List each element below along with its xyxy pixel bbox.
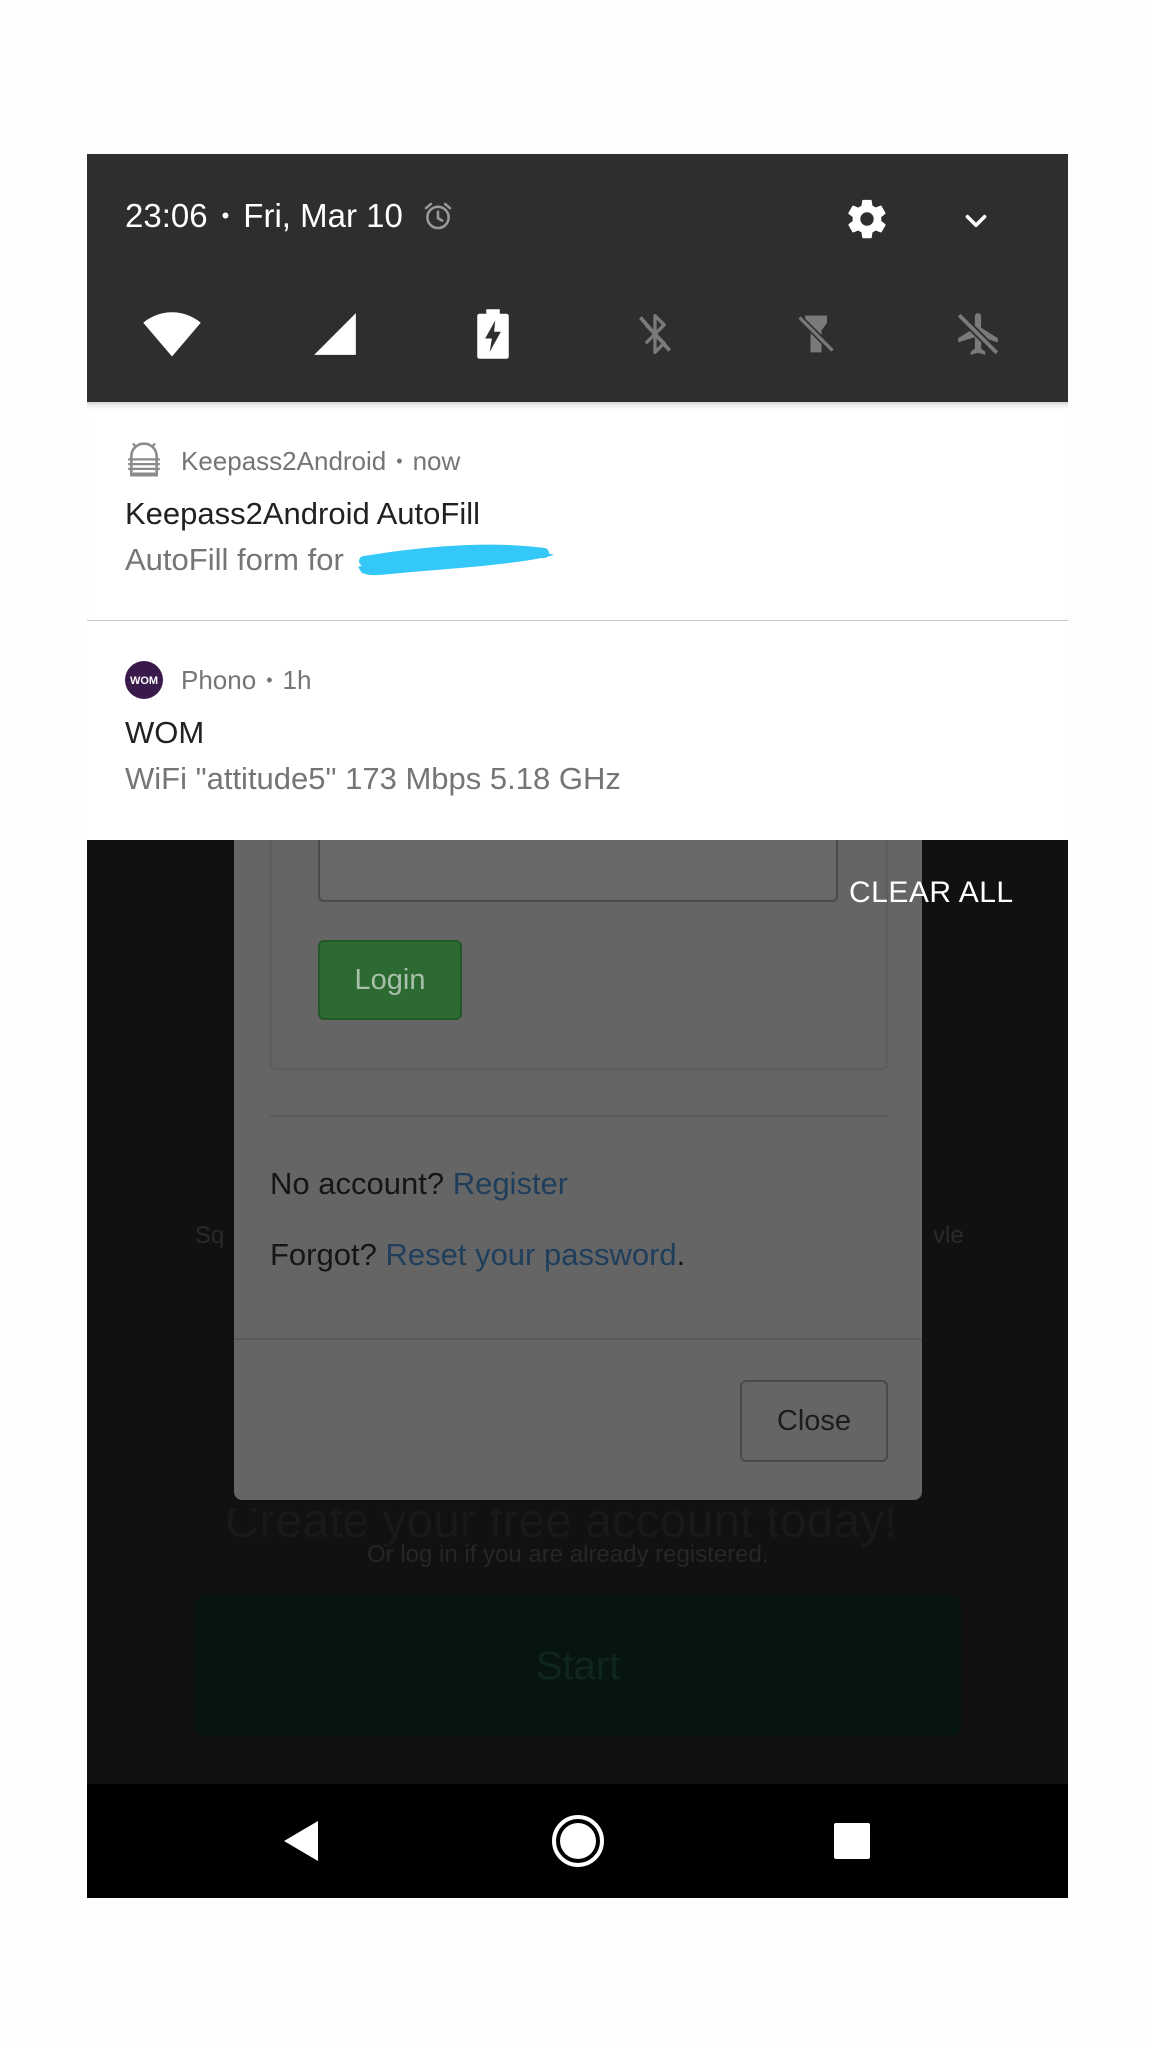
date-label: Fri, Mar 10	[243, 197, 403, 234]
airplane-mode-off-icon[interactable]	[946, 304, 1010, 364]
modal-footer-divider	[234, 1338, 922, 1340]
navigation-bar	[87, 1784, 1068, 1898]
separator-dot: •	[221, 203, 230, 228]
close-button[interactable]: Close	[740, 1380, 888, 1462]
notification-title: WOM	[125, 715, 205, 750]
phone-screen: Sq vle Create your free account today! O…	[87, 154, 1068, 1898]
notification-app-name: Keepass2Android	[181, 445, 387, 476]
clear-all-button[interactable]: CLEAR ALL	[849, 876, 1014, 910]
bluetooth-off-icon[interactable]	[623, 304, 687, 364]
notification-phono[interactable]: WOM Phono • 1h WOM WiFi "attitude5" 173 …	[87, 621, 1068, 840]
register-line: No account? Register	[270, 1166, 568, 1202]
flashlight-off-icon[interactable]	[784, 304, 848, 364]
gear-icon[interactable]	[844, 196, 890, 242]
background-text-fragment-right: vle	[933, 1222, 964, 1249]
notification-text-line: AutoFill form for	[125, 542, 558, 578]
cellular-signal-icon[interactable]	[303, 304, 367, 364]
start-button[interactable]: Start	[195, 1596, 961, 1736]
home-icon[interactable]	[533, 1784, 623, 1898]
register-link[interactable]: Register	[453, 1166, 568, 1201]
background-subtitle: Or log in if you are already registered.	[367, 1541, 769, 1568]
keepass-app-icon	[125, 442, 163, 480]
recents-icon[interactable]	[807, 1784, 897, 1898]
notification-header: WOM Phono • 1h	[125, 661, 311, 699]
forgot-line: Forgot? Reset your password.	[270, 1237, 685, 1273]
notification-keepass[interactable]: Keepass2Android • now Keepass2Android Au…	[87, 402, 1068, 620]
back-icon[interactable]	[257, 1784, 347, 1898]
chevron-down-icon[interactable]	[959, 204, 993, 238]
battery-saver-icon[interactable]	[461, 304, 525, 364]
background-text-fragment-left: Sq	[195, 1222, 225, 1249]
header-separator: •	[266, 669, 273, 690]
notification-app-name: Phono	[181, 664, 257, 695]
alarm-clock-icon	[421, 199, 455, 233]
header-separator: •	[396, 450, 403, 471]
quick-settings-header: 23:06 • Fri, Mar 10	[87, 154, 1068, 402]
notification-age: 1h	[282, 664, 312, 695]
status-datetime: 23:06 • Fri, Mar 10	[125, 196, 455, 236]
login-button[interactable]: Login	[318, 940, 462, 1020]
password-input[interactable]	[318, 830, 838, 902]
reset-suffix: .	[676, 1237, 686, 1272]
wom-app-icon: WOM	[125, 661, 163, 699]
notification-text: AutoFill form for	[125, 542, 344, 577]
clock-time: 23:06	[125, 197, 208, 234]
reset-password-link[interactable]: Reset your password	[385, 1237, 676, 1272]
notification-text: WiFi "attitude5" 173 Mbps 5.18 GHz	[125, 761, 621, 796]
forgot-label: Forgot?	[270, 1237, 377, 1272]
login-modal: Login No account? Register Forgot? Reset…	[234, 830, 922, 1500]
redaction-scribble	[358, 544, 558, 577]
wom-badge-text: WOM	[130, 675, 158, 687]
notification-age: now	[412, 445, 461, 476]
no-account-label: No account?	[270, 1166, 445, 1201]
notification-title: Keepass2Android AutoFill	[125, 496, 481, 531]
notification-header: Keepass2Android • now	[125, 442, 460, 480]
wifi-icon[interactable]	[140, 304, 204, 364]
quick-settings-tiles	[87, 304, 1068, 364]
modal-divider	[270, 1115, 888, 1117]
